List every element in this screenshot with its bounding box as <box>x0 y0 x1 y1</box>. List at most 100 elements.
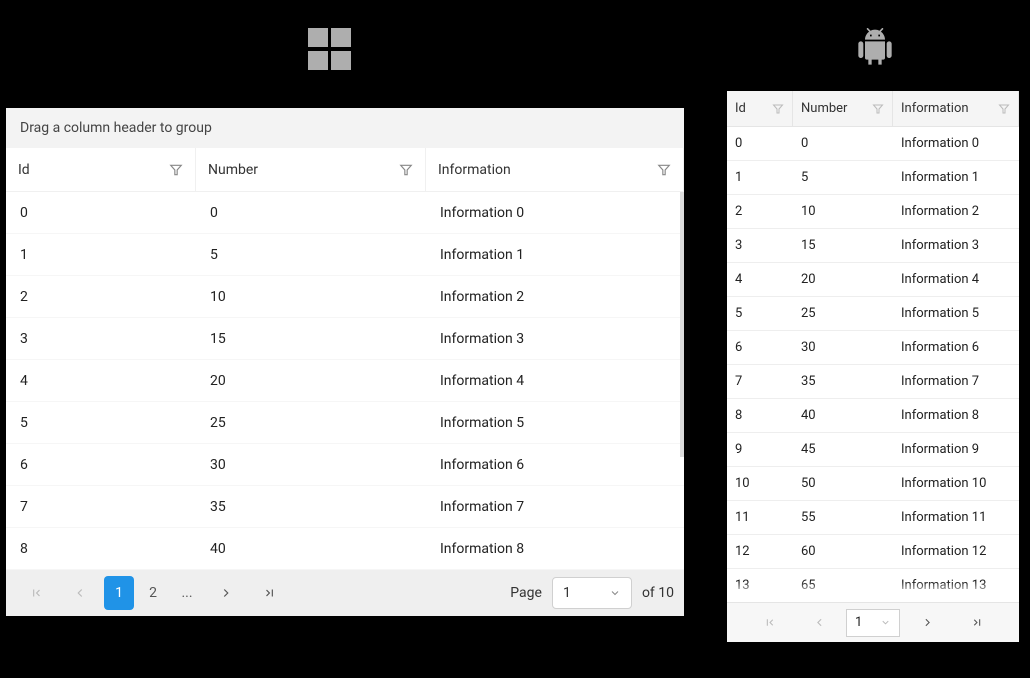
column-header-label: Id <box>18 162 30 178</box>
cell-id: 1 <box>727 161 793 194</box>
cell-id: 10 <box>727 467 793 500</box>
pager: 1 2 ... Page 1 <box>6 570 684 616</box>
table-row[interactable]: 15Information 1 <box>6 234 684 276</box>
filter-icon[interactable] <box>169 163 183 177</box>
filter-icon[interactable] <box>998 103 1010 115</box>
table-row[interactable]: 735Information 7 <box>6 486 684 528</box>
cell-number: 55 <box>793 501 893 534</box>
cell-info: Information 11 <box>893 501 1019 534</box>
cell-info: Information 4 <box>426 360 684 401</box>
windows-datagrid: Drag a column header to group Id Number … <box>6 108 684 616</box>
filter-icon[interactable] <box>872 103 884 115</box>
page-last-button[interactable] <box>954 608 1000 638</box>
table-row[interactable]: 1050Information 10 <box>727 467 1019 501</box>
page-select-value: 1 <box>563 585 571 601</box>
table-row[interactable]: 1155Information 11 <box>727 501 1019 535</box>
cell-number: 50 <box>793 467 893 500</box>
group-drop-hint: Drag a column header to group <box>20 120 212 136</box>
cell-info: Information 0 <box>893 127 1019 160</box>
cell-id: 2 <box>727 195 793 228</box>
column-header-number[interactable]: Number <box>196 148 426 191</box>
grid-body[interactable]: 00Information 015Information 1210Informa… <box>727 127 1019 602</box>
table-row[interactable]: 210Information 2 <box>6 276 684 318</box>
cell-id: 7 <box>6 486 196 527</box>
table-row[interactable]: 00Information 0 <box>727 127 1019 161</box>
column-headers: Id Number Information <box>727 91 1019 127</box>
filter-icon[interactable] <box>399 163 413 177</box>
page-select[interactable]: 1 <box>846 609 900 637</box>
page-select[interactable]: 1 <box>552 577 632 609</box>
cell-id: 12 <box>727 535 793 568</box>
cell-info: Information 7 <box>893 365 1019 398</box>
cell-info: Information 1 <box>426 234 684 275</box>
page-next-button[interactable] <box>206 576 246 610</box>
column-header-id[interactable]: Id <box>6 148 196 191</box>
page-of-label: of 10 <box>642 585 674 601</box>
page-first-button[interactable] <box>16 576 56 610</box>
table-row[interactable]: 210Information 2 <box>727 195 1019 229</box>
table-row[interactable]: 420Information 4 <box>727 263 1019 297</box>
table-row[interactable]: 630Information 6 <box>727 331 1019 365</box>
table-row[interactable]: 630Information 6 <box>6 444 684 486</box>
page-number-2[interactable]: 2 <box>138 576 168 610</box>
table-row[interactable]: 840Information 8 <box>6 528 684 570</box>
android-icon <box>855 26 895 70</box>
cell-number: 25 <box>196 402 426 443</box>
cell-number: 0 <box>196 192 426 233</box>
column-header-label: Number <box>801 101 847 116</box>
page-prev-button[interactable] <box>796 608 842 638</box>
cell-number: 40 <box>793 399 893 432</box>
grid-body[interactable]: 00Information 015Information 1210Informa… <box>6 192 684 570</box>
cell-id: 9 <box>727 433 793 466</box>
scroll-fade <box>727 582 1019 602</box>
cell-id: 2 <box>6 276 196 317</box>
cell-id: 5 <box>727 297 793 330</box>
cell-info: Information 8 <box>893 399 1019 432</box>
table-row[interactable]: 525Information 5 <box>727 297 1019 331</box>
cell-info: Information 0 <box>426 192 684 233</box>
page-first-button[interactable] <box>746 608 792 638</box>
filter-icon[interactable] <box>772 103 784 115</box>
table-row[interactable]: 945Information 9 <box>727 433 1019 467</box>
table-row[interactable]: 15Information 1 <box>727 161 1019 195</box>
column-header-label: Number <box>208 162 258 178</box>
cell-id: 0 <box>727 127 793 160</box>
page-last-button[interactable] <box>250 576 290 610</box>
table-row[interactable]: 840Information 8 <box>727 399 1019 433</box>
cell-number: 30 <box>793 331 893 364</box>
cell-info: Information 2 <box>426 276 684 317</box>
page-number-1[interactable]: 1 <box>104 576 134 610</box>
cell-number: 35 <box>793 365 893 398</box>
cell-info: Information 6 <box>426 444 684 485</box>
table-row[interactable]: 1260Information 12 <box>727 535 1019 569</box>
table-row[interactable]: 420Information 4 <box>6 360 684 402</box>
column-header-information[interactable]: Information <box>426 148 684 191</box>
cell-info: Information 3 <box>893 229 1019 262</box>
column-header-id[interactable]: Id <box>727 91 793 126</box>
group-drop-area[interactable]: Drag a column header to group <box>6 108 684 148</box>
filter-icon[interactable] <box>657 163 671 177</box>
cell-number: 40 <box>196 528 426 569</box>
table-row[interactable]: 00Information 0 <box>6 192 684 234</box>
table-row[interactable]: 315Information 3 <box>727 229 1019 263</box>
table-row[interactable]: 525Information 5 <box>6 402 684 444</box>
cell-number: 5 <box>196 234 426 275</box>
cell-id: 7 <box>727 365 793 398</box>
cell-info: Information 10 <box>893 467 1019 500</box>
page-ellipsis[interactable]: ... <box>172 576 202 610</box>
page-prev-button[interactable] <box>60 576 100 610</box>
cell-info: Information 6 <box>893 331 1019 364</box>
column-header-information[interactable]: Information <box>893 91 1019 126</box>
page-next-button[interactable] <box>904 608 950 638</box>
table-row[interactable]: 315Information 3 <box>6 318 684 360</box>
cell-id: 6 <box>6 444 196 485</box>
scrollbar-vertical[interactable] <box>680 192 684 457</box>
cell-id: 1 <box>6 234 196 275</box>
cell-id: 6 <box>727 331 793 364</box>
cell-info: Information 2 <box>893 195 1019 228</box>
cell-number: 15 <box>196 318 426 359</box>
table-row[interactable]: 735Information 7 <box>727 365 1019 399</box>
cell-id: 4 <box>727 263 793 296</box>
column-header-number[interactable]: Number <box>793 91 893 126</box>
page-number-label: 1 <box>115 585 123 601</box>
